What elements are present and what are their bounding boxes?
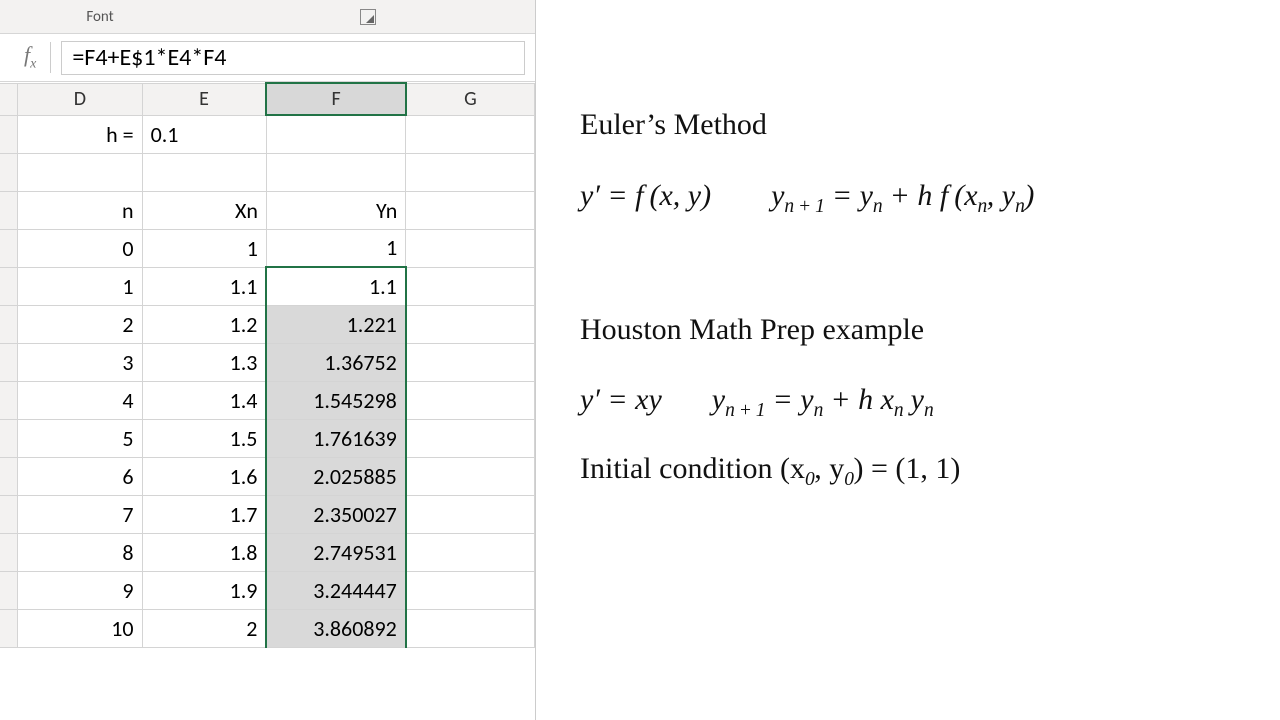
dialog-launcher-icon[interactable] (360, 9, 376, 25)
spreadsheet-grid[interactable]: D E F G h = 0.1 n Xn Yn (0, 82, 535, 720)
ribbon-row: Font (0, 0, 535, 34)
table-row: 9 1.9 3.244447 (0, 571, 535, 609)
col-header-E[interactable]: E (142, 83, 266, 115)
hdr-yn[interactable]: Yn (266, 191, 405, 229)
table-row: 6 1.6 2.025885 (0, 457, 535, 495)
initial-condition: Initial condition (x0, y0) = (1, 1) (580, 449, 1260, 493)
cell[interactable] (266, 115, 405, 153)
hdr-xn[interactable]: Xn (142, 191, 266, 229)
row-h: h = 0.1 (0, 115, 535, 153)
fx-icon[interactable]: fx (10, 42, 51, 72)
ribbon-group-font-label: Font (0, 8, 200, 26)
row-blank (0, 153, 535, 191)
table-row: 8 1.8 2.749531 (0, 533, 535, 571)
col-header-G[interactable]: G (406, 83, 535, 115)
cell-h-label[interactable]: h = (18, 115, 142, 153)
equation-row-2: y′ = xy yn + 1 = yn + h xn yn (580, 380, 1260, 424)
table-row: 1 1.1 1.1 (0, 267, 535, 305)
table-row: 2 1.2 1.221 (0, 305, 535, 343)
table-row: 10 2 3.860892 (0, 609, 535, 647)
excel-pane: Font fx D E F G h = 0.1 (0, 0, 536, 720)
active-cell[interactable]: 1.1 (266, 267, 405, 305)
table-row: 0 1 1 (0, 229, 535, 267)
notes-title: Euler’s Method (580, 105, 1260, 146)
formula-input[interactable] (61, 41, 525, 75)
eq-example-step: yn + 1 = yn + h xn yn (712, 380, 933, 424)
notes-subtitle: Houston Math Prep example (580, 310, 1260, 351)
col-header-D[interactable]: D (18, 83, 142, 115)
table-row: 5 1.5 1.761639 (0, 419, 535, 457)
table-row: 4 1.4 1.545298 (0, 381, 535, 419)
notes-pane: Euler’s Method y′ = f (x, y) yn + 1 = yn… (536, 0, 1280, 720)
formula-bar: fx (0, 34, 535, 82)
table-row: 3 1.3 1.36752 (0, 343, 535, 381)
table-row: 7 1.7 2.350027 (0, 495, 535, 533)
column-header-row: D E F G (0, 83, 535, 115)
cell[interactable] (406, 115, 535, 153)
cell-h-value[interactable]: 0.1 (142, 115, 266, 153)
eq-euler-step: yn + 1 = yn + h f (xn, yn) (771, 176, 1034, 220)
eq-yprime-fxy: y′ = f (x, y) (580, 176, 711, 220)
eq-yprime-xy: y′ = xy (580, 380, 662, 424)
col-header-F[interactable]: F (266, 83, 405, 115)
row-headers: n Xn Yn (0, 191, 535, 229)
hdr-n[interactable]: n (18, 191, 142, 229)
equation-row-1: y′ = f (x, y) yn + 1 = yn + h f (xn, yn) (580, 176, 1260, 220)
